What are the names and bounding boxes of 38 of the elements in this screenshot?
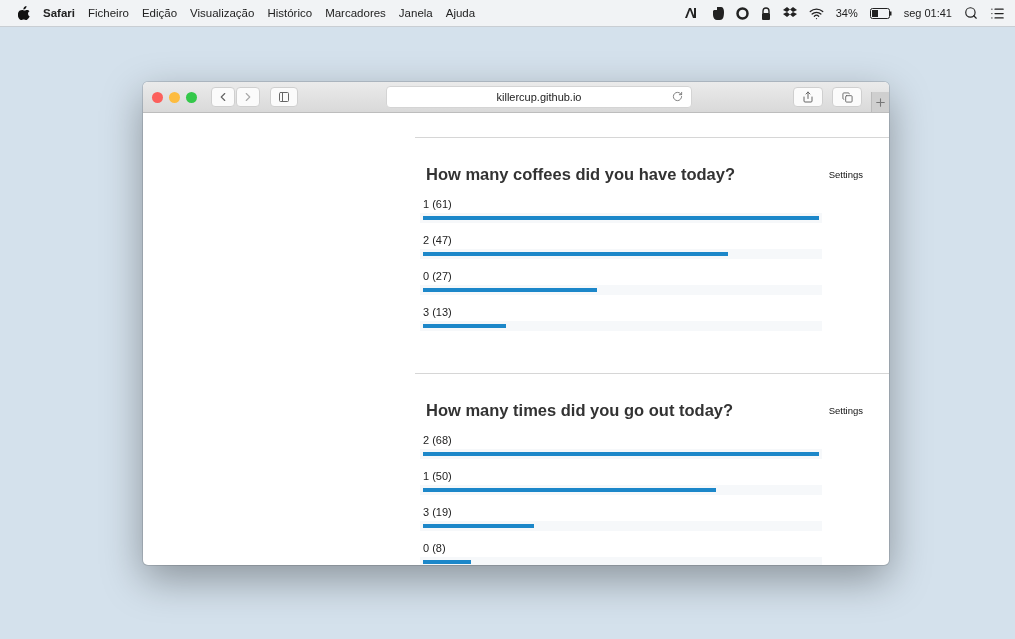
lock-icon[interactable] [760,6,771,20]
menu-item[interactable]: Janela [398,7,433,19]
option-label: 1 (50) [423,469,453,483]
poll-question: How many coffees did you have today? [426,165,735,184]
wifi-icon[interactable] [808,5,824,21]
menu-item[interactable]: Edição [141,7,178,19]
menu-item[interactable]: Visualização [190,7,255,19]
reload-icon[interactable] [672,91,683,102]
option-label: 3 (19) [423,505,453,519]
tabs-icon [841,91,853,103]
new-tab-button[interactable] [871,92,889,112]
sidebar-icon [278,91,290,103]
battery-icon[interactable] [869,7,892,19]
search-icon[interactable] [964,6,978,20]
option-label: 2 (47) [423,233,453,247]
menu-item[interactable]: Ajuda [445,7,476,19]
clock[interactable]: seg 01:41 [903,7,952,19]
option-label: 1 (61) [423,197,453,211]
circle-icon[interactable] [735,6,749,20]
list-icon[interactable] [990,5,1005,21]
apple-logo-icon[interactable] [18,6,30,20]
option-label: 0 (8) [423,541,447,555]
app-menu[interactable]: Safari [43,7,75,19]
share-icon [802,91,814,103]
option-label: 3 (13) [423,305,453,319]
settings-link[interactable]: Settings [828,405,863,416]
option-label: 0 (27) [423,269,453,283]
poll-question: How many times did you go out today? [426,401,734,420]
address-bar[interactable]: killercup.github.io [386,86,692,108]
menu-item[interactable]: Histórico [267,7,313,19]
plus-icon [874,95,887,109]
option-label: 2 (68) [423,433,453,447]
back-button[interactable] [211,87,235,107]
menu-item[interactable]: Marcadores [325,7,386,19]
battery-percentage: 34% [835,7,858,19]
menu-item[interactable]: Ficheiro [87,7,129,19]
settings-link[interactable]: Settings [828,169,863,180]
sidebar-button[interactable] [270,87,298,107]
